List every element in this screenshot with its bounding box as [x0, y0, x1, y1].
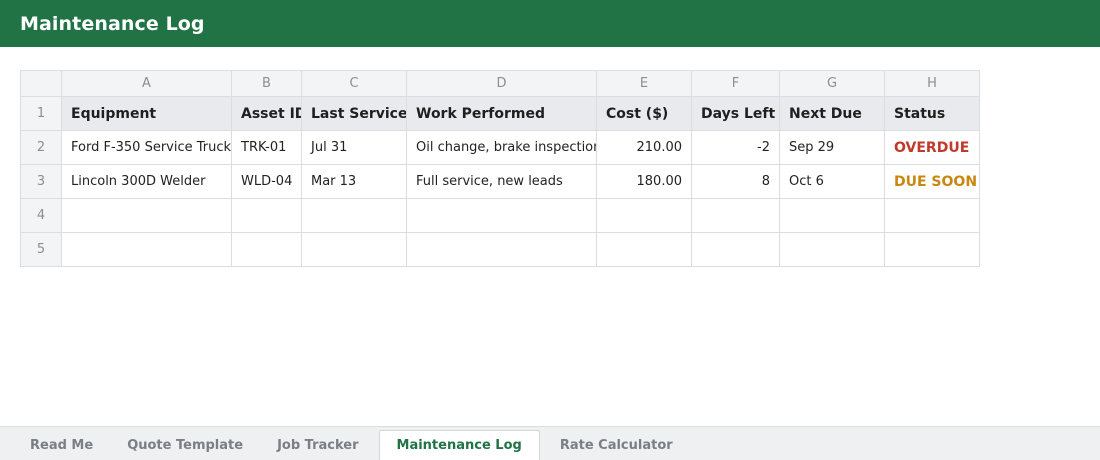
empty-cell[interactable] [692, 233, 780, 267]
row-header-4[interactable]: 4 [21, 199, 62, 233]
empty-cell[interactable] [692, 199, 780, 233]
empty-cell[interactable] [780, 233, 885, 267]
tab-rate-calculator[interactable]: Rate Calculator [543, 430, 690, 460]
column-header-e[interactable]: E [597, 71, 692, 97]
column-header-h[interactable]: H [885, 71, 980, 97]
header-cell-next-due[interactable]: Next Due [780, 97, 885, 131]
cell-last-serviced[interactable]: Jul 31 [302, 131, 407, 165]
cell-days-left[interactable]: -2 [692, 131, 780, 165]
cell-work-performed[interactable]: Full service, new leads [407, 165, 597, 199]
header-cell-asset-id[interactable]: Asset ID [232, 97, 302, 131]
cell-cost[interactable]: 210.00 [597, 131, 692, 165]
row-header-5[interactable]: 5 [21, 233, 62, 267]
header-cell-equipment[interactable]: Equipment [62, 97, 232, 131]
empty-cell[interactable] [232, 233, 302, 267]
column-header-b[interactable]: B [232, 71, 302, 97]
empty-cell[interactable] [885, 199, 980, 233]
column-header-g[interactable]: G [780, 71, 885, 97]
header-cell-status[interactable]: Status [885, 97, 980, 131]
empty-cell[interactable] [407, 199, 597, 233]
select-all-corner[interactable] [21, 71, 62, 97]
tab-quote-template[interactable]: Quote Template [110, 430, 260, 460]
row-header-1[interactable]: 1 [21, 97, 62, 131]
cell-equipment[interactable]: Lincoln 300D Welder [62, 165, 232, 199]
tab-read-me[interactable]: Read Me [13, 430, 110, 460]
cell-work-performed[interactable]: Oil change, brake inspection [407, 131, 597, 165]
empty-cell[interactable] [597, 233, 692, 267]
header-cell-cost[interactable]: Cost ($) [597, 97, 692, 131]
tab-job-tracker[interactable]: Job Tracker [260, 430, 375, 460]
empty-cell[interactable] [780, 199, 885, 233]
empty-cell[interactable] [597, 199, 692, 233]
empty-cell[interactable] [407, 233, 597, 267]
column-header-a[interactable]: A [62, 71, 232, 97]
cell-next-due[interactable]: Sep 29 [780, 131, 885, 165]
cell-equipment[interactable]: Ford F-350 Service Truck [62, 131, 232, 165]
cell-last-serviced[interactable]: Mar 13 [302, 165, 407, 199]
column-header-d[interactable]: D [407, 71, 597, 97]
cell-asset-id[interactable]: WLD-04 [232, 165, 302, 199]
column-header-c[interactable]: C [302, 71, 407, 97]
row-header-3[interactable]: 3 [21, 165, 62, 199]
spreadsheet-grid[interactable]: A B C D E F G H 1 Equipment Asset ID Las… [20, 70, 980, 267]
cell-status-due-soon[interactable]: DUE SOON [885, 165, 980, 199]
title-bar: Maintenance Log [0, 0, 1100, 47]
cell-asset-id[interactable]: TRK-01 [232, 131, 302, 165]
empty-cell[interactable] [62, 199, 232, 233]
header-cell-last-serviced[interactable]: Last Serviced [302, 97, 407, 131]
cell-status-overdue[interactable]: OVERDUE [885, 131, 980, 165]
empty-cell[interactable] [62, 233, 232, 267]
sheet-tab-bar: Read Me Quote Template Job Tracker Maint… [0, 426, 1100, 460]
header-cell-work-performed[interactable]: Work Performed [407, 97, 597, 131]
cell-cost[interactable]: 180.00 [597, 165, 692, 199]
cell-days-left[interactable]: 8 [692, 165, 780, 199]
row-header-2[interactable]: 2 [21, 131, 62, 165]
tab-maintenance-log[interactable]: Maintenance Log [378, 430, 540, 460]
cell-next-due[interactable]: Oct 6 [780, 165, 885, 199]
app-title: Maintenance Log [20, 12, 205, 35]
column-header-f[interactable]: F [692, 71, 780, 97]
empty-cell[interactable] [885, 233, 980, 267]
empty-cell[interactable] [232, 199, 302, 233]
header-cell-days-left[interactable]: Days Left [692, 97, 780, 131]
empty-cell[interactable] [302, 199, 407, 233]
empty-cell[interactable] [302, 233, 407, 267]
